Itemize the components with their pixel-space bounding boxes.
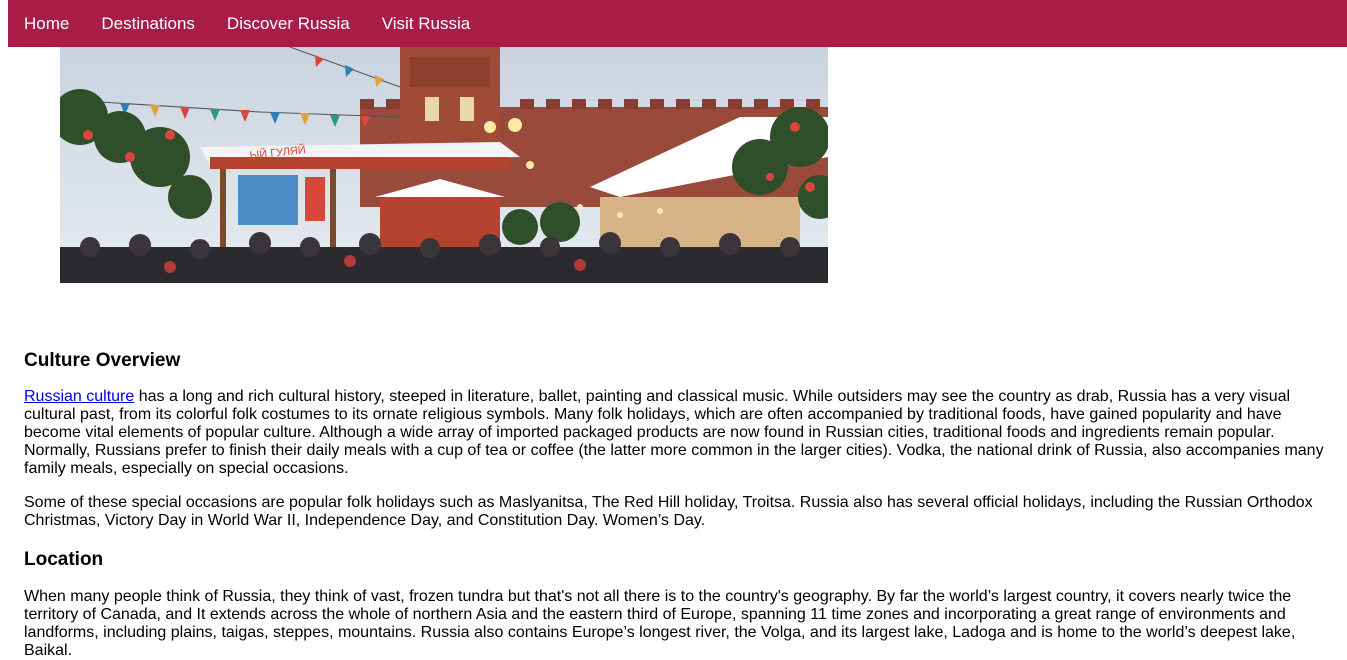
- hero-image-christmas-market: ЫЙ ГУЛЯЙ: [60, 47, 828, 283]
- top-navigation-bar: Home Destinations Discover Russia Visit …: [8, 0, 1347, 47]
- russian-culture-link[interactable]: Russian culture: [24, 388, 134, 405]
- hero-illustration: ЫЙ ГУЛЯЙ: [60, 47, 828, 283]
- nav-link-discover-russia[interactable]: Discover Russia: [211, 2, 366, 46]
- culture-paragraph-2: Some of these special occasions are popu…: [24, 494, 1313, 529]
- location-heading: Location: [24, 549, 104, 570]
- main-content: Culture Overview Russian culture has a l…: [24, 342, 1334, 660]
- nav-link-destinations[interactable]: Destinations: [85, 2, 211, 46]
- culture-paragraph-1: Russian culture has a long and rich cult…: [24, 388, 1334, 478]
- nav-link-visit-russia[interactable]: Visit Russia: [366, 2, 487, 46]
- location-paragraph-1: When many people think of Russia, they t…: [24, 588, 1296, 659]
- culture-overview-heading: Culture Overview: [24, 350, 181, 371]
- nav-link-home[interactable]: Home: [8, 2, 85, 46]
- culture-paragraph-1-text: has a long and rich cultural history, st…: [24, 388, 1324, 477]
